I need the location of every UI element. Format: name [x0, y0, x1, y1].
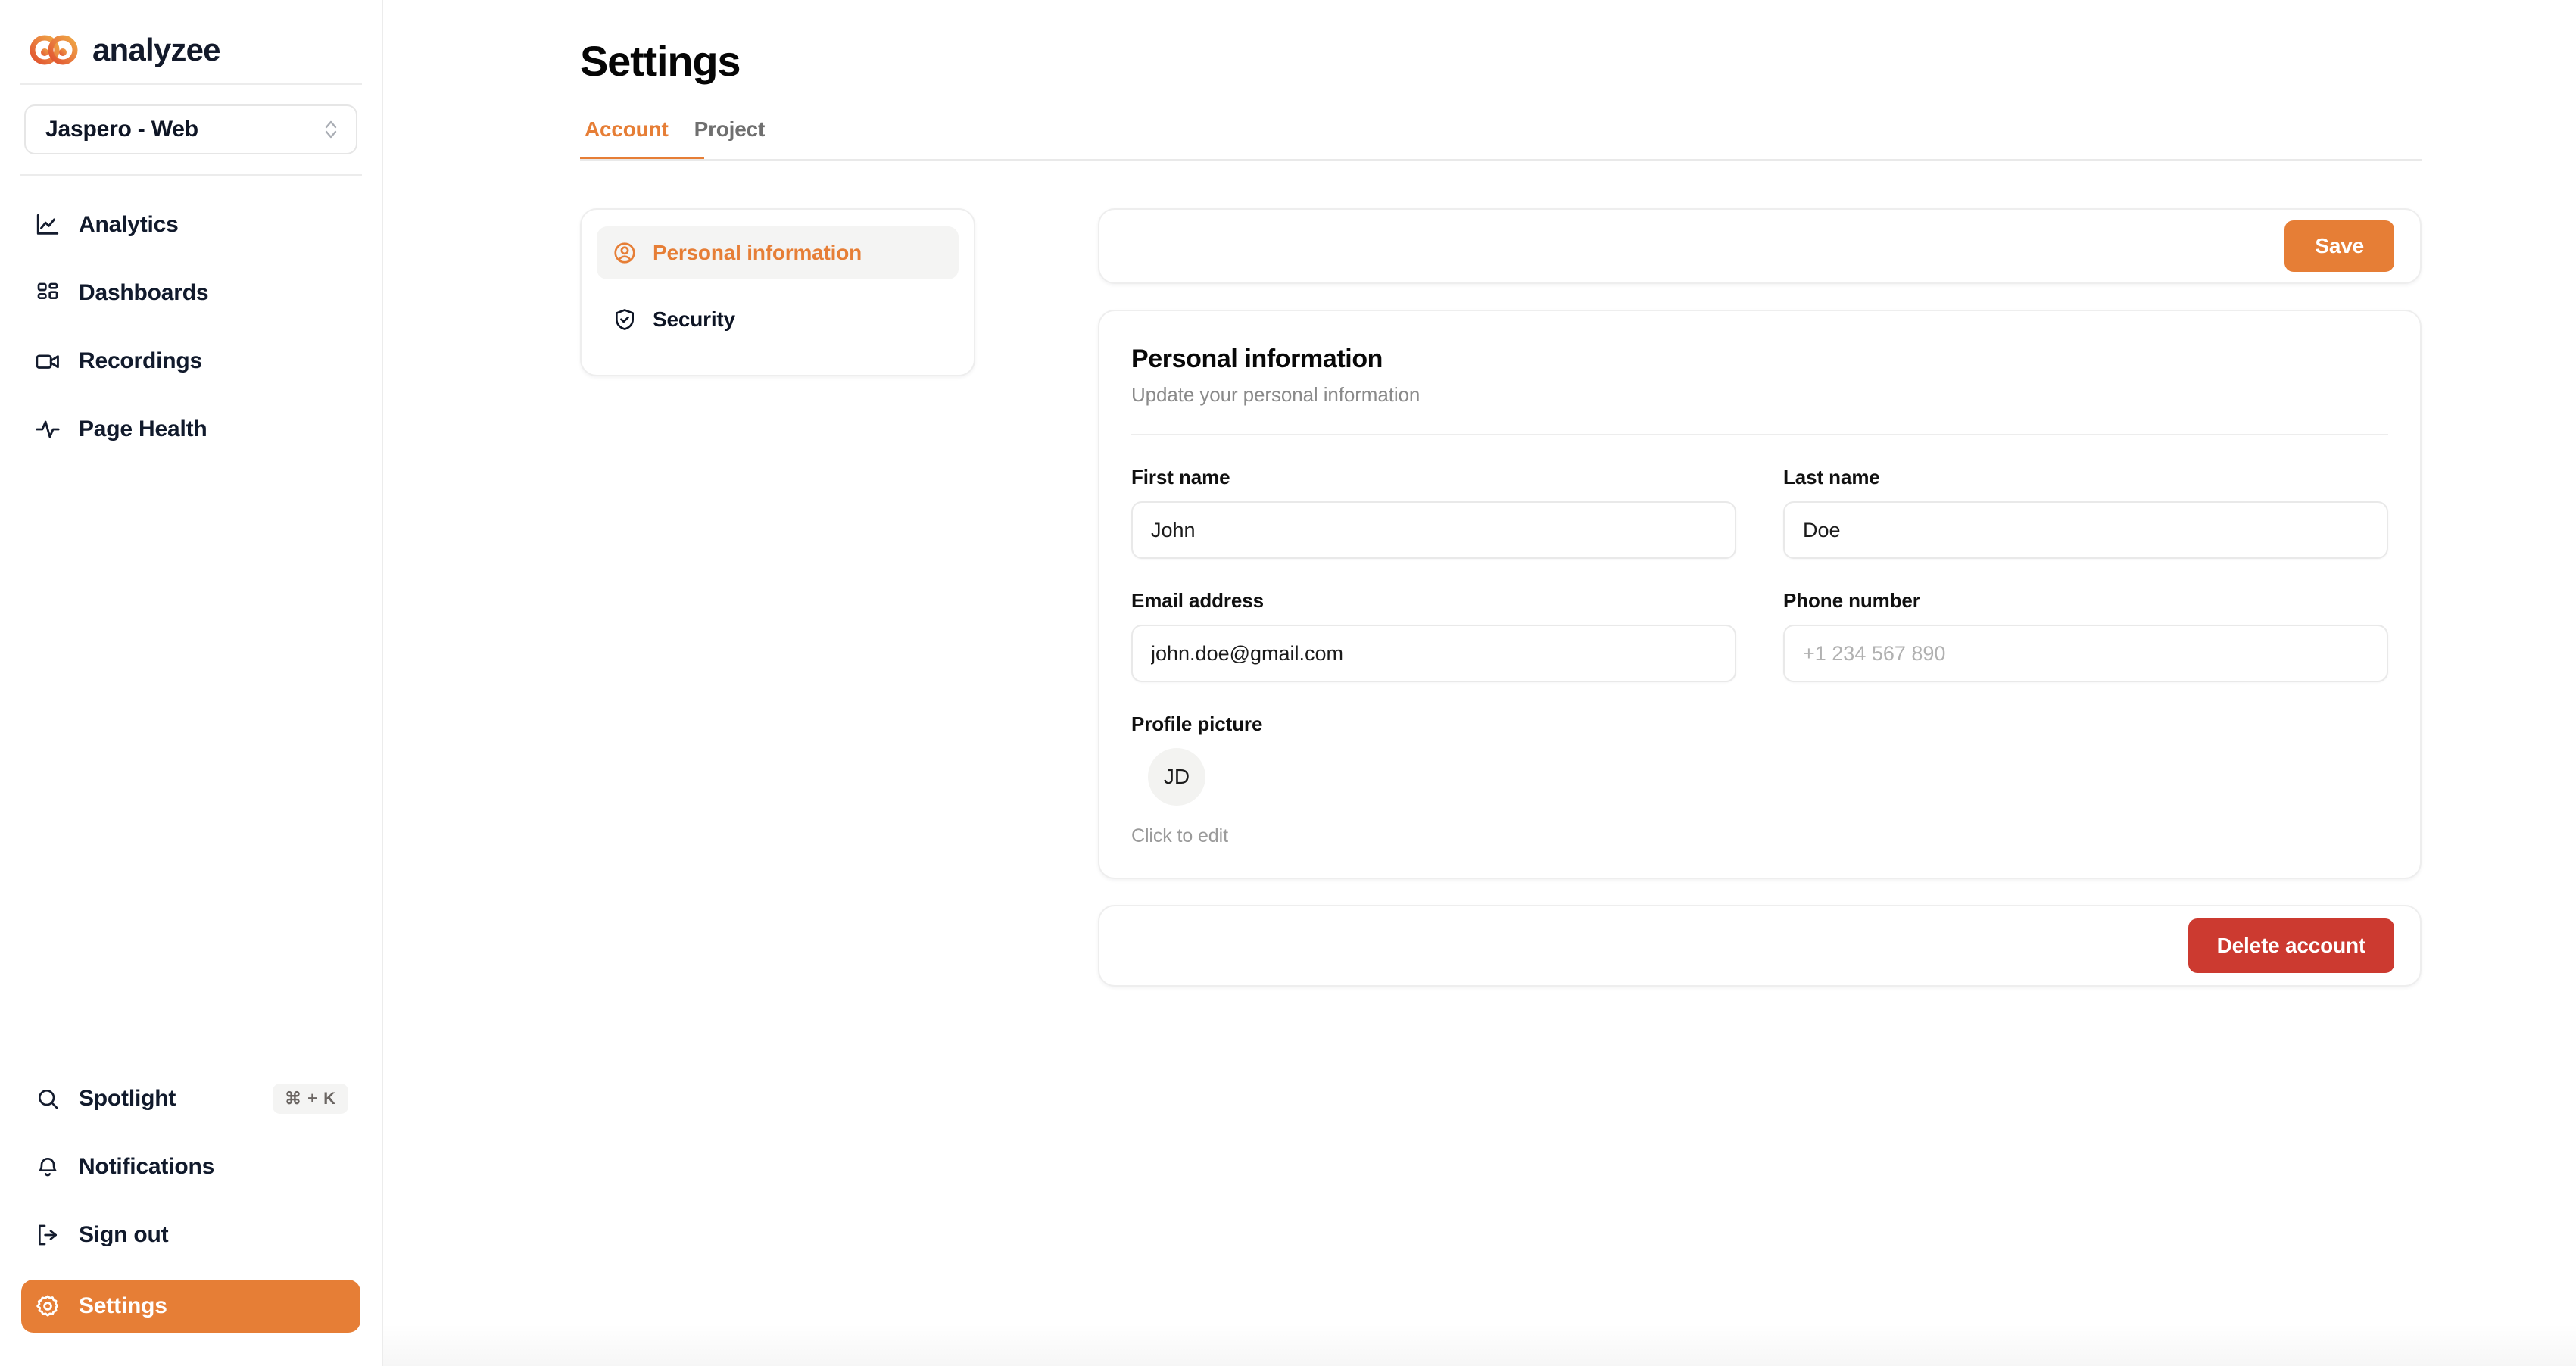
settings-panel: Save Personal information Update your pe…	[1098, 208, 2422, 987]
gear-icon	[33, 1292, 62, 1321]
page-title: Settings	[580, 37, 741, 85]
phone-field[interactable]	[1783, 625, 2388, 682]
grid-squares-icon	[33, 279, 62, 307]
sidebar-item-label: Page Health	[79, 416, 207, 441]
sidebar-item-label: Dashboards	[79, 280, 209, 305]
last-name-input[interactable]	[1783, 501, 2388, 559]
project-switcher[interactable]: Jaspero - Web	[24, 104, 357, 154]
sidebar-item-label: Notifications	[79, 1154, 215, 1179]
brand-name: analyzee	[92, 32, 221, 67]
tab-project[interactable]: Project	[690, 117, 787, 161]
profile-picture-hint: Click to edit	[1131, 825, 1228, 847]
user-circle-icon	[612, 240, 638, 266]
phone-label: Phone number	[1783, 589, 1920, 612]
sidebar-item-notifications[interactable]: Notifications	[21, 1143, 360, 1190]
subnav-item-label: Security	[653, 307, 735, 331]
sidebar: analyzee Jaspero - Web Analytics Dashboa…	[0, 0, 383, 1366]
main-content: Settings Account Project Personal inform…	[383, 0, 2576, 1366]
subnav-item-label: Personal information	[653, 241, 862, 264]
save-bar-card: Save	[1098, 208, 2422, 284]
sidebar-item-label: Settings	[79, 1293, 167, 1318]
project-switcher-label: Jaspero - Web	[45, 117, 198, 142]
settings-subnav: Personal information Security	[580, 208, 975, 376]
avatar[interactable]: JD	[1148, 748, 1205, 806]
contact-row: Email address Phone number	[1131, 589, 2388, 682]
email-label: Email address	[1131, 589, 1265, 612]
sidebar-item-page-health[interactable]: Page Health	[21, 406, 360, 453]
bottom-shadow	[383, 1324, 2576, 1366]
bell-icon	[33, 1152, 62, 1181]
email-field[interactable]	[1131, 625, 1736, 682]
card-divider	[1131, 434, 2388, 435]
first-name-input[interactable]	[1131, 501, 1736, 559]
tab-account[interactable]: Account	[580, 117, 704, 161]
save-button[interactable]: Save	[2284, 220, 2394, 272]
search-icon	[33, 1084, 62, 1113]
settings-tabs: Account Project	[580, 117, 2422, 161]
shield-check-icon	[612, 307, 638, 332]
sidebar-item-spotlight[interactable]: Spotlight ⌘ + K	[21, 1075, 360, 1122]
sidebar-bottom-nav: Spotlight ⌘ + K Notifications Sign out S…	[0, 1075, 382, 1366]
video-camera-icon	[33, 347, 62, 376]
sidebar-item-label: Spotlight	[79, 1086, 176, 1111]
sidebar-item-dashboards[interactable]: Dashboards	[21, 270, 360, 317]
activity-pulse-icon	[33, 415, 62, 444]
line-chart-icon	[33, 211, 62, 239]
phone-group: Phone number	[1783, 589, 2388, 682]
profile-picture-label: Profile picture	[1131, 713, 1263, 735]
profile-picture-group: Profile picture JD Click to edit	[1131, 713, 2388, 847]
last-name-label: Last name	[1783, 466, 1880, 488]
sidebar-item-recordings[interactable]: Recordings	[21, 338, 360, 385]
first-name-label: First name	[1131, 466, 1230, 488]
card-title: Personal information	[1131, 345, 1383, 373]
subnav-item-security[interactable]: Security	[597, 293, 959, 346]
danger-zone-card: Delete account	[1098, 905, 2422, 987]
sidebar-item-label: Sign out	[79, 1222, 169, 1247]
sidebar-item-analytics[interactable]: Analytics	[21, 201, 360, 248]
sidebar-item-label: Recordings	[79, 348, 203, 373]
personal-information-card: Personal information Update your persona…	[1098, 310, 2422, 879]
sidebar-main-nav: Analytics Dashboards Recordings Page Hea…	[0, 176, 382, 474]
spotlight-shortcut-badge: ⌘ + K	[273, 1084, 348, 1114]
delete-account-button[interactable]: Delete account	[2188, 918, 2394, 973]
brand: analyzee	[0, 0, 382, 83]
first-name-group: First name	[1131, 466, 1736, 559]
email-group: Email address	[1131, 589, 1736, 682]
subnav-item-personal-information[interactable]: Personal information	[597, 226, 959, 279]
infinity-loop-logo-icon	[29, 33, 79, 67]
chevron-up-down-icon	[323, 117, 339, 142]
tabs-underline	[580, 159, 2422, 161]
last-name-group: Last name	[1783, 466, 2388, 559]
sidebar-item-label: Analytics	[79, 212, 179, 237]
sign-out-icon	[33, 1221, 62, 1249]
sidebar-item-sign-out[interactable]: Sign out	[21, 1212, 360, 1258]
sidebar-item-settings[interactable]: Settings	[21, 1280, 360, 1333]
name-row: First name Last name	[1131, 466, 2388, 559]
card-subtitle: Update your personal information	[1131, 383, 1421, 406]
